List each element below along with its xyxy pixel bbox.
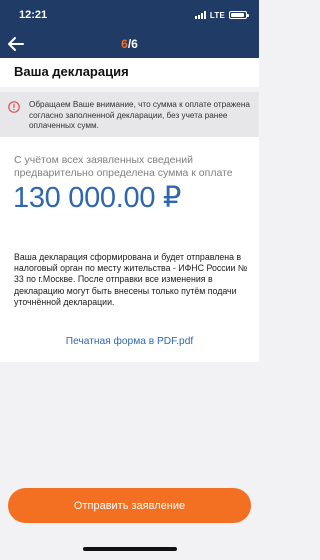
amount-caption: С учётом всех заявленных сведений предва…: [14, 154, 233, 179]
status-indicators: LTE: [194, 10, 249, 20]
exclamation-circle-icon: [8, 101, 20, 113]
declaration-info: Ваша декларация сформирована и будет отп…: [14, 252, 248, 307]
network-type: LTE: [209, 10, 225, 20]
warning-text: Обращаем Ваше внимание, что сумма к опла…: [29, 100, 250, 130]
signal-icon: [194, 11, 206, 19]
step-total: /6: [127, 37, 138, 51]
submit-button[interactable]: Отправить заявление: [8, 488, 251, 523]
battery-icon: [229, 11, 249, 19]
declaration-summary: С учётом всех заявленных сведений предва…: [0, 137, 259, 362]
amount-value: 130 000.00 ₽: [13, 182, 182, 214]
warning-notice: Обращаем Ваше внимание, что сумма к опла…: [0, 92, 259, 137]
home-indicator: [83, 547, 177, 551]
pdf-link[interactable]: Печатная форма в PDF.pdf: [0, 336, 259, 347]
page-header: Ваша декларация: [0, 58, 259, 87]
step-progress: 6/6: [0, 37, 259, 51]
nav-bar: 6/6: [0, 30, 259, 58]
step-current: 6: [121, 37, 128, 51]
page-title: Ваша декларация: [14, 64, 129, 79]
status-bar: 12:21 LTE: [0, 0, 259, 30]
status-time: 12:21: [19, 9, 48, 21]
